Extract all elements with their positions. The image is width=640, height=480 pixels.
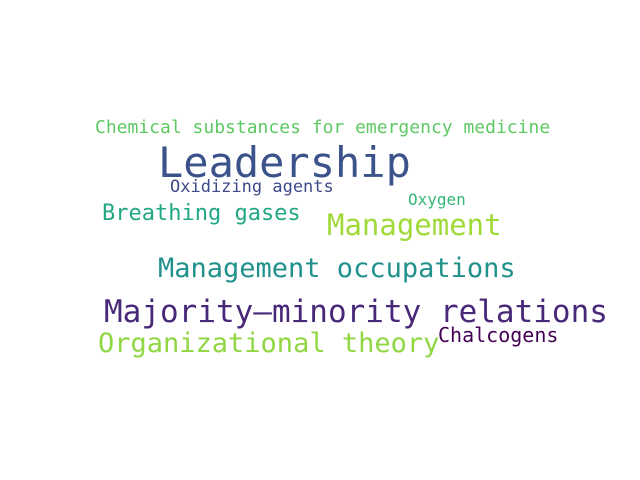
word-oxidizing-agents: Oxidizing agents bbox=[170, 177, 334, 197]
word-oxygen: Oxygen bbox=[408, 190, 466, 209]
word-breathing-gases: Breathing gases bbox=[102, 201, 301, 226]
word-cloud: Chemical substances for emergency medici… bbox=[0, 0, 640, 480]
word-management-occupations: Management occupations bbox=[158, 253, 516, 284]
word-chalcogens: Chalcogens bbox=[438, 323, 559, 347]
word-chemical-substances: Chemical substances for emergency medici… bbox=[95, 117, 551, 138]
word-management: Management bbox=[327, 208, 502, 242]
word-organizational-theory: Organizational theory bbox=[98, 328, 440, 359]
